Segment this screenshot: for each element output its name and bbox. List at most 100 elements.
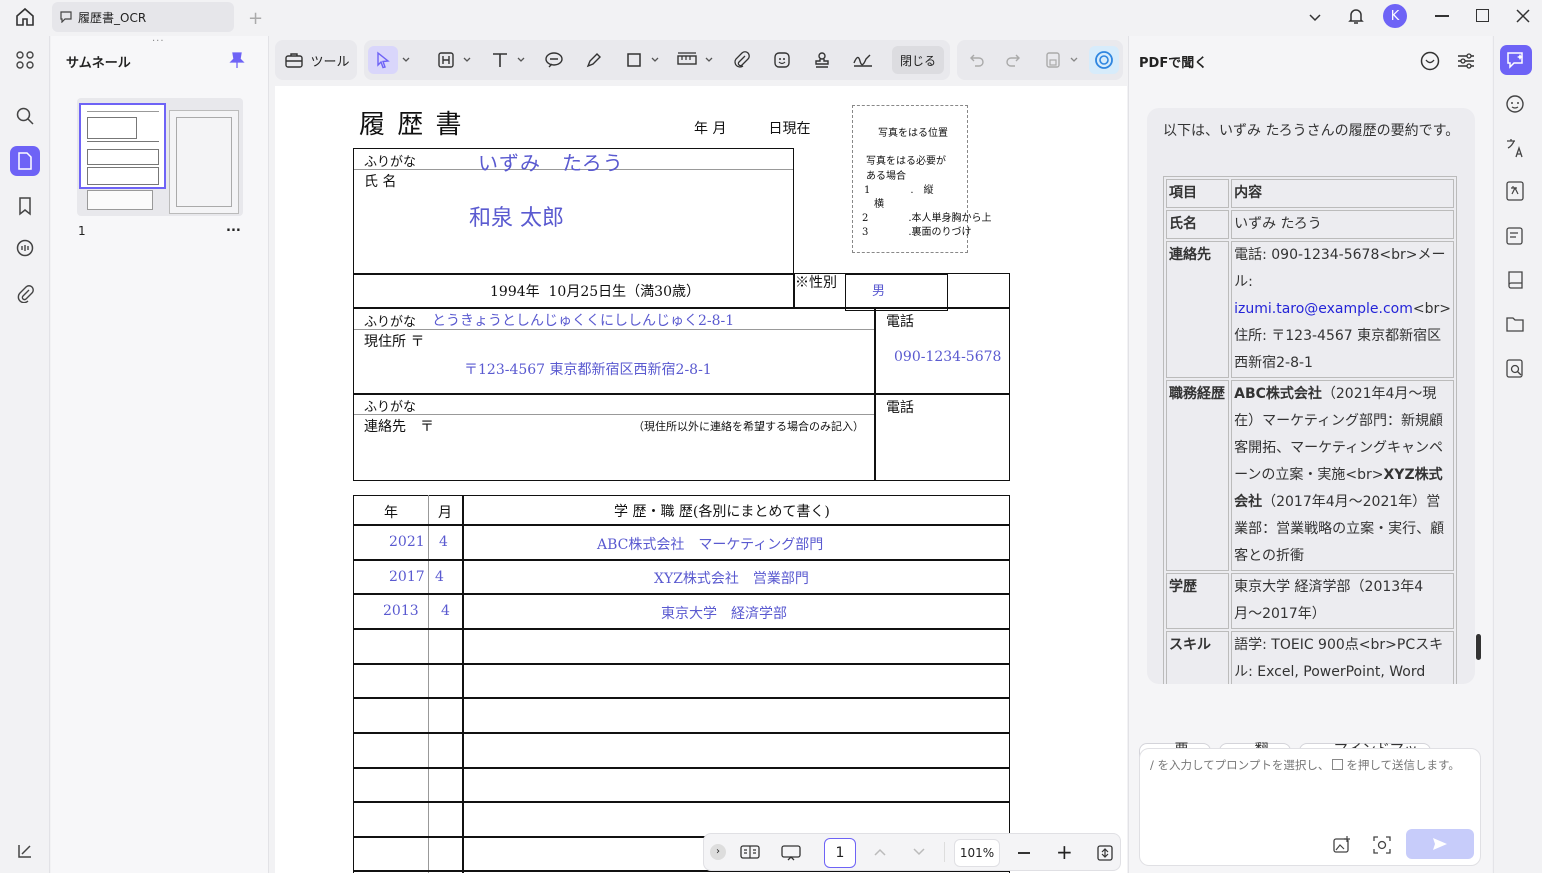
- comment-icon: [60, 11, 72, 23]
- history-icon[interactable]: [1419, 50, 1441, 72]
- page-icon[interactable]: [10, 146, 40, 176]
- attachment-icon[interactable]: [730, 46, 754, 74]
- search-icon[interactable]: [10, 101, 40, 131]
- home-icon[interactable]: [14, 7, 36, 27]
- chevron-down-icon[interactable]: [911, 846, 927, 858]
- folder-ai-icon[interactable]: [1505, 313, 1527, 335]
- history-content: XYZ株式会社 営業部門: [654, 571, 809, 587]
- history-content: 東京大学 経済学部: [661, 606, 787, 622]
- prompt-placeholder: / を入力してプロンプトを選択し、 を押して送信します。: [1150, 758, 1460, 772]
- page-thumbnail[interactable]: [77, 98, 243, 216]
- bell-icon[interactable]: [1346, 6, 1366, 26]
- save-icon[interactable]: [1041, 46, 1065, 74]
- drag-handle[interactable]: ···: [152, 36, 168, 47]
- document-canvas[interactable]: 履 歴 書 年 月 日現在 写真をはる位置 写真をはる必要が ある場合 1 . …: [275, 86, 1127, 873]
- presentation-icon[interactable]: [780, 844, 802, 862]
- signature-icon[interactable]: [850, 46, 876, 74]
- image-upload-icon[interactable]: [1332, 835, 1352, 855]
- chevron-down-icon[interactable]: [514, 46, 528, 74]
- furigana-name: いずみ たろう: [478, 151, 624, 175]
- comment-tool-icon[interactable]: [542, 46, 566, 74]
- annotation-group: 閉じる: [364, 40, 950, 80]
- redo-icon[interactable]: [1001, 46, 1025, 74]
- tools-button[interactable]: ツール: [281, 46, 353, 74]
- history-month: 4: [439, 534, 448, 550]
- ai-face-icon[interactable]: [1505, 93, 1527, 115]
- phone-value: 090-1234-5678: [894, 349, 1002, 365]
- document-tab[interactable]: 履歴書_OCR: [52, 2, 234, 32]
- thumbnail-panel: ··· サムネール 1 ...: [51, 36, 269, 873]
- zoom-in-icon[interactable]: +: [1056, 840, 1073, 864]
- prompt-input[interactable]: / を入力してプロンプトを選択し、 を押して送信します。: [1139, 748, 1481, 866]
- page-nav-bar: › 1 101% +: [703, 833, 1121, 871]
- avatar[interactable]: K: [1383, 4, 1407, 28]
- book-icon[interactable]: [1505, 269, 1527, 291]
- send-button[interactable]: [1406, 829, 1474, 859]
- heading-tool-icon[interactable]: [434, 46, 458, 74]
- ai-chat-icon[interactable]: [1500, 45, 1532, 75]
- attachment-icon[interactable]: [10, 278, 40, 308]
- search-document-icon[interactable]: [1505, 358, 1527, 380]
- send-icon: [1433, 838, 1447, 850]
- ai-intro-text: 以下は、いずみ たろうさんの履歴の要約です。: [1163, 123, 1460, 139]
- enter-key-icon: [1332, 759, 1344, 770]
- text-tool-icon[interactable]: [488, 46, 512, 74]
- undo-icon[interactable]: [965, 46, 989, 74]
- chat-scrollbar[interactable]: [1476, 634, 1481, 660]
- select-tool[interactable]: [368, 46, 398, 74]
- new-tab-icon[interactable]: +: [248, 8, 263, 29]
- summary-icon[interactable]: [1505, 225, 1527, 247]
- comment-list-icon[interactable]: [10, 233, 40, 263]
- page-number-input[interactable]: 1: [824, 838, 856, 868]
- table-value-cell: いずみ たろう: [1231, 210, 1454, 239]
- ocr-translate-icon[interactable]: [1505, 180, 1527, 202]
- left-rail: [0, 36, 50, 873]
- photo-text: 1 . 縦: [864, 185, 934, 196]
- maximize-icon[interactable]: [1476, 9, 1489, 22]
- minimize-icon[interactable]: [1435, 15, 1449, 17]
- close-icon[interactable]: [1515, 8, 1531, 24]
- furigana-label: ふりがな: [364, 155, 417, 170]
- settings-sliders-icon[interactable]: [1456, 51, 1476, 71]
- stamp-icon[interactable]: [810, 46, 834, 74]
- more-options-icon[interactable]: ...: [226, 220, 241, 235]
- chevron-down-icon[interactable]: [702, 46, 716, 74]
- table-value-cell: 電話: 090-1234-5678<br>メール: izumi.taro@exa…: [1231, 241, 1454, 378]
- ai-message-bubble: 以下は、いずみ たろうさんの履歴の要約です。 項目 内容 氏名 いずみ たろう …: [1147, 108, 1475, 684]
- summary-table: 項目 内容 氏名 いずみ たろう 連絡先 電話: 090-1234-5678<b…: [1163, 176, 1457, 684]
- chevron-down-icon[interactable]: [1067, 46, 1081, 74]
- ai-assistant-icon[interactable]: [1089, 46, 1119, 74]
- photo-text: 写真をはる位置: [878, 128, 948, 139]
- chevron-up-icon[interactable]: [872, 846, 888, 858]
- sticker-icon[interactable]: [770, 46, 794, 74]
- fit-page-icon[interactable]: [1096, 844, 1114, 862]
- highlighter-icon[interactable]: [582, 46, 606, 74]
- expand-icon[interactable]: ›: [710, 844, 726, 860]
- email-link[interactable]: izumi.taro@example.com: [1234, 301, 1413, 317]
- address-furigana: とうきょうとしんじゅくくにししんじゅく2-8-1: [432, 313, 735, 329]
- pin-icon[interactable]: [229, 51, 245, 69]
- sidebar-toggle-icon[interactable]: [10, 836, 40, 866]
- chevron-down-icon[interactable]: [1307, 9, 1323, 25]
- summary-table-wrap: 項目 内容 氏名 いずみ たろう 連絡先 電話: 090-1234-5678<b…: [1163, 176, 1457, 684]
- translate-icon[interactable]: [1505, 137, 1527, 159]
- chevron-down-icon[interactable]: [648, 46, 662, 74]
- measure-tool-icon[interactable]: [674, 46, 700, 74]
- chevron-down-icon[interactable]: [398, 46, 414, 74]
- table-row: 学歴 東京大学 経済学部（2013年4月〜2017年）: [1166, 573, 1454, 629]
- tools-group: ツール: [275, 40, 357, 80]
- book-view-icon[interactable]: [740, 844, 760, 860]
- grid-icon[interactable]: [10, 45, 40, 75]
- table-key-cell: スキル: [1166, 631, 1230, 684]
- contact-label: 連絡先 〒: [364, 419, 434, 435]
- bookmark-icon[interactable]: [10, 191, 40, 221]
- close-edit-button[interactable]: 閉じる: [892, 46, 944, 74]
- gender-label: ※性別: [795, 275, 837, 291]
- shape-tool-icon[interactable]: [622, 46, 646, 74]
- zoom-out-icon[interactable]: [1018, 852, 1030, 854]
- table-value-cell: ABC株式会社（2021年4月〜現在）マーケティング部門：新規顧客開拓、マーケテ…: [1231, 380, 1454, 571]
- zoom-level[interactable]: 101%: [954, 839, 1000, 867]
- chevron-down-icon[interactable]: [460, 46, 474, 74]
- screenshot-icon[interactable]: [1372, 835, 1392, 855]
- photo-text: 横: [864, 199, 884, 210]
